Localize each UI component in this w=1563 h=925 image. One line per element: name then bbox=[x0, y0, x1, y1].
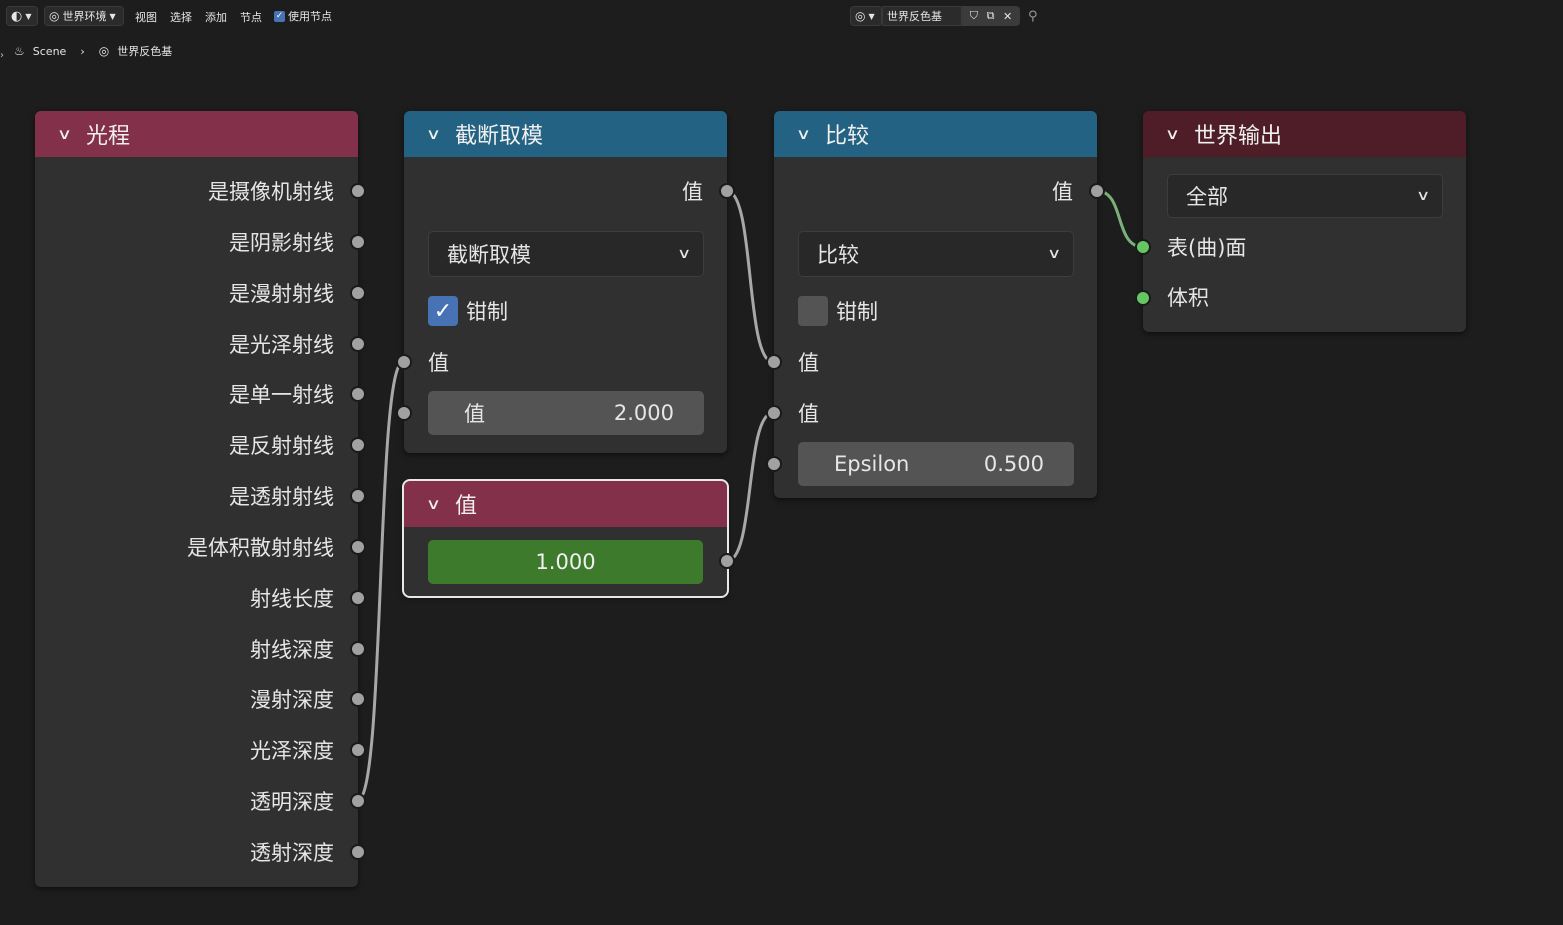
link-modulo-to-compare bbox=[726, 189, 774, 364]
output-socket-label: 值 bbox=[682, 180, 703, 204]
collapse-chevron-icon[interactable]: ∨ bbox=[1165, 125, 1180, 143]
input-socket-label: 体积 bbox=[1167, 286, 1209, 310]
node-header[interactable]: ∨ 截断取模 bbox=[404, 111, 727, 157]
clamp-label: 钳制 bbox=[836, 300, 878, 324]
output-socket[interactable] bbox=[350, 641, 366, 657]
output-socket[interactable] bbox=[350, 539, 366, 555]
output-socket-label: 是反射射线 bbox=[229, 434, 334, 458]
node-header[interactable]: ∨ 比较 bbox=[774, 111, 1097, 157]
value-field[interactable]: 1.000 bbox=[428, 540, 703, 584]
output-socket-label: 射线深度 bbox=[250, 638, 334, 662]
node-light-path[interactable]: ∨ 光程 是摄像机射线 是阴影射线 是漫射射线 是光泽射线 是单一射线 是反射射… bbox=[35, 111, 358, 887]
operation-value: 截断取模 bbox=[447, 243, 531, 267]
field-label: 值 bbox=[464, 402, 485, 426]
output-socket-label: 是光泽射线 bbox=[229, 333, 334, 357]
collapse-chevron-icon[interactable]: ∨ bbox=[426, 125, 441, 143]
chevron-down-icon: ∨ bbox=[1415, 188, 1431, 204]
output-socket-label: 是摄像机射线 bbox=[208, 180, 334, 204]
output-socket[interactable] bbox=[350, 691, 366, 707]
node-header[interactable]: ∨ 世界输出 bbox=[1143, 111, 1466, 157]
output-socket-label: 值 bbox=[1052, 180, 1073, 204]
output-socket[interactable] bbox=[350, 488, 366, 504]
output-socket-label: 透射深度 bbox=[250, 841, 334, 865]
output-socket-label: 是单一射线 bbox=[229, 383, 334, 407]
output-socket[interactable] bbox=[719, 183, 735, 199]
input-socket[interactable] bbox=[766, 354, 782, 370]
field-label: Epsilon bbox=[834, 452, 910, 476]
node-header[interactable]: ∨ 光程 bbox=[35, 111, 358, 157]
output-socket-label: 透明深度 bbox=[250, 790, 334, 814]
node-title: 光程 bbox=[85, 124, 130, 149]
input-socket[interactable] bbox=[766, 456, 782, 472]
collapse-chevron-icon[interactable]: ∨ bbox=[426, 495, 441, 513]
output-socket[interactable] bbox=[350, 336, 366, 352]
node-world-output[interactable]: ∨ 世界输出 全部 ∨ 表(曲)面 体积 bbox=[1143, 111, 1466, 332]
field-value: 0.500 bbox=[983, 452, 1044, 476]
output-socket-label: 是体积散射射线 bbox=[187, 536, 334, 560]
target-value: 全部 bbox=[1186, 185, 1228, 209]
output-socket[interactable] bbox=[350, 793, 366, 809]
clamp-checkbox[interactable]: ✓ bbox=[428, 296, 458, 326]
value-number: 1.000 bbox=[535, 550, 596, 574]
checkmark-icon: ✓ bbox=[433, 298, 453, 324]
output-socket[interactable] bbox=[350, 742, 366, 758]
output-socket-label: 漫射深度 bbox=[250, 688, 334, 712]
node-title: 比较 bbox=[824, 124, 869, 149]
input-socket-label: 值 bbox=[798, 351, 819, 375]
node-title: 值 bbox=[454, 494, 477, 519]
node-title: 截断取模 bbox=[454, 124, 543, 149]
output-socket[interactable] bbox=[350, 285, 366, 301]
epsilon-field[interactable]: Epsilon 0.500 bbox=[798, 442, 1074, 486]
shader-input-socket[interactable] bbox=[1135, 239, 1151, 255]
output-socket-label: 是透射射线 bbox=[229, 485, 334, 509]
input-socket-label: 值 bbox=[798, 402, 819, 426]
input-value-field[interactable]: 值 2.000 bbox=[428, 391, 704, 435]
target-dropdown[interactable]: 全部 ∨ bbox=[1167, 174, 1443, 218]
clamp-label: 钳制 bbox=[466, 300, 508, 324]
output-socket[interactable] bbox=[350, 234, 366, 250]
chevron-down-icon: ∨ bbox=[1046, 246, 1062, 262]
input-socket-label: 表(曲)面 bbox=[1167, 236, 1247, 260]
node-title: 世界输出 bbox=[1193, 124, 1282, 149]
link-value-to-compare bbox=[726, 411, 774, 563]
shader-input-socket[interactable] bbox=[1135, 290, 1151, 306]
collapse-chevron-icon[interactable]: ∨ bbox=[796, 125, 811, 143]
field-value: 2.000 bbox=[613, 401, 674, 425]
operation-dropdown[interactable]: 比较 ∨ bbox=[798, 231, 1074, 277]
input-socket[interactable] bbox=[396, 354, 412, 370]
output-socket[interactable] bbox=[350, 844, 366, 860]
node-header[interactable]: ∨ 值 bbox=[404, 481, 727, 527]
output-socket[interactable] bbox=[350, 183, 366, 199]
input-socket[interactable] bbox=[766, 405, 782, 421]
operation-dropdown[interactable]: 截断取模 ∨ bbox=[428, 231, 704, 277]
clamp-checkbox[interactable] bbox=[798, 296, 828, 326]
input-socket-label: 值 bbox=[428, 351, 449, 375]
output-socket-label: 光泽深度 bbox=[250, 739, 334, 763]
output-socket[interactable] bbox=[1089, 183, 1105, 199]
output-socket[interactable] bbox=[350, 590, 366, 606]
link-transparent-depth-to-modulo bbox=[357, 360, 404, 802]
chevron-down-icon: ∨ bbox=[676, 246, 692, 262]
node-truncated-modulo[interactable]: ∨ 截断取模 值 截断取模 ∨ ✓ 钳制 值 值 2.000 bbox=[404, 111, 727, 453]
output-socket[interactable] bbox=[350, 437, 366, 453]
node-value[interactable]: ∨ 值 1.000 bbox=[402, 479, 729, 598]
link-compare-to-world-output bbox=[1096, 189, 1144, 249]
operation-value: 比较 bbox=[817, 243, 859, 267]
output-socket-label: 是漫射射线 bbox=[229, 282, 334, 306]
collapse-chevron-icon[interactable]: ∨ bbox=[57, 125, 72, 143]
output-socket[interactable] bbox=[350, 386, 366, 402]
output-socket[interactable] bbox=[719, 553, 735, 569]
node-compare[interactable]: ∨ 比较 值 比较 ∨ 钳制 值 值 Epsilon 0.500 bbox=[774, 111, 1097, 498]
output-socket-label: 射线长度 bbox=[250, 587, 334, 611]
output-socket-label: 是阴影射线 bbox=[229, 231, 334, 255]
input-socket[interactable] bbox=[396, 405, 412, 421]
